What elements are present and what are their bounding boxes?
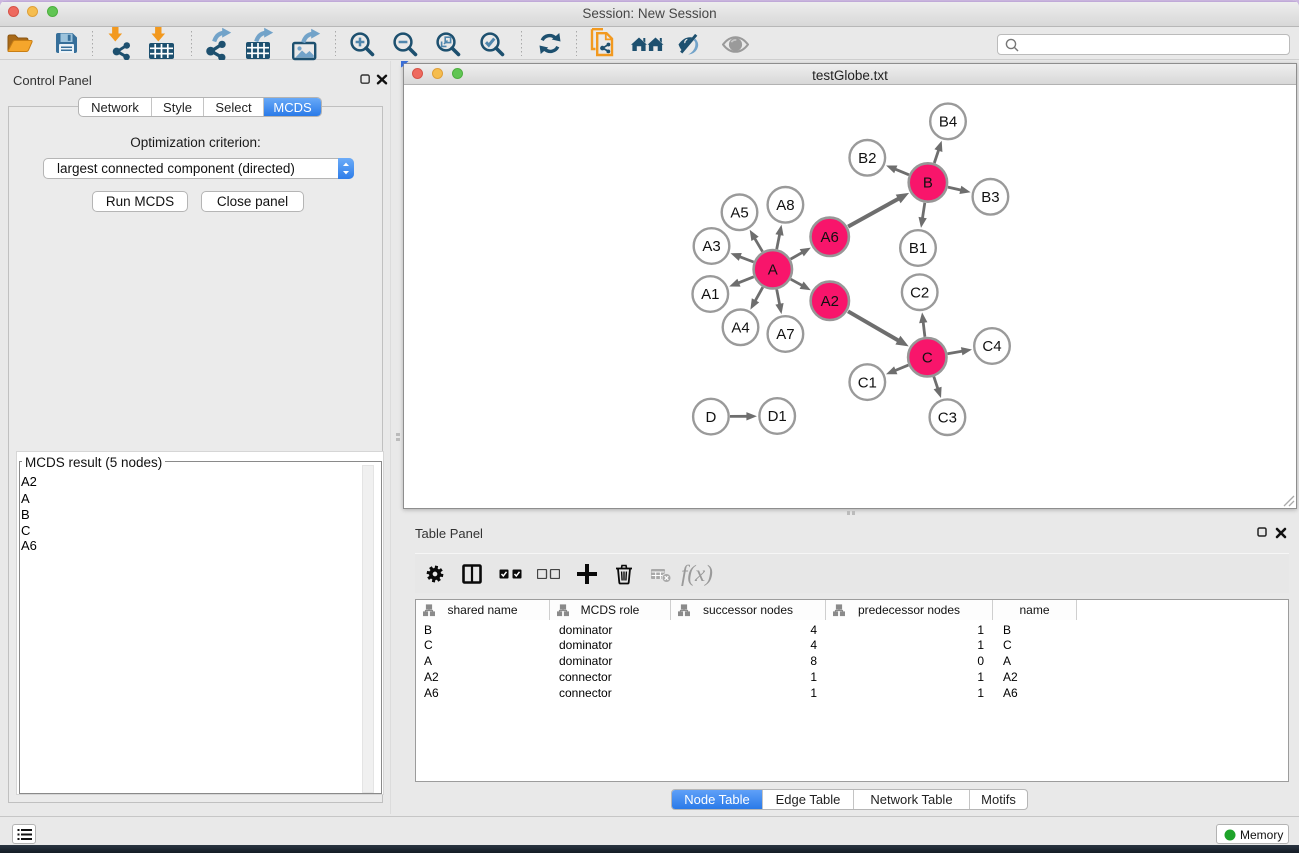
svg-text:A5: A5 <box>730 205 748 222</box>
svg-text:A7: A7 <box>776 326 794 343</box>
svg-text:B: B <box>923 175 933 192</box>
svg-text:A: A <box>768 262 778 279</box>
svg-text:A6: A6 <box>821 229 839 246</box>
svg-text:A3: A3 <box>702 238 720 255</box>
svg-text:C1: C1 <box>858 374 877 391</box>
svg-text:A1: A1 <box>701 286 719 303</box>
svg-text:A4: A4 <box>731 320 749 337</box>
svg-text:A8: A8 <box>776 197 794 214</box>
svg-text:C3: C3 <box>938 409 957 426</box>
svg-text:B3: B3 <box>981 189 999 206</box>
svg-text:D1: D1 <box>768 408 787 425</box>
svg-text:B1: B1 <box>909 240 927 257</box>
svg-text:D: D <box>705 409 716 426</box>
svg-text:f(x): f(x) <box>681 563 713 586</box>
svg-text:A2: A2 <box>821 293 839 310</box>
svg-text:C: C <box>922 349 933 366</box>
svg-text:B4: B4 <box>939 114 957 131</box>
svg-text:C2: C2 <box>910 284 929 301</box>
svg-text:B2: B2 <box>858 150 876 167</box>
svg-text:C4: C4 <box>982 338 1001 355</box>
